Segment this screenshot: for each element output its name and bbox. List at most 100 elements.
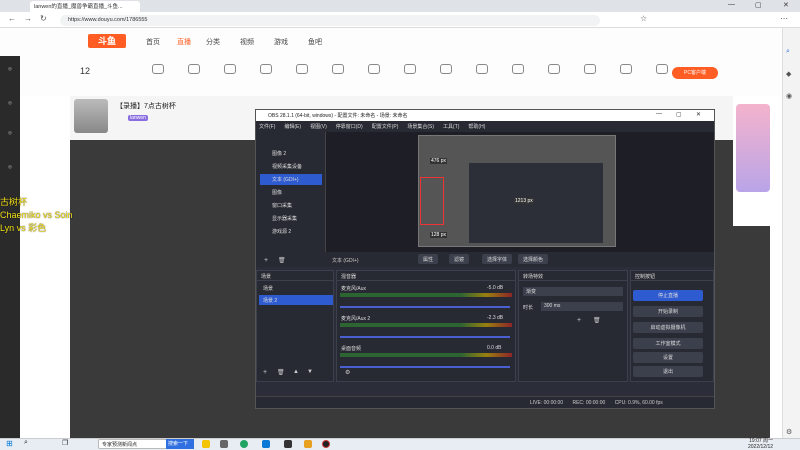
select-font-button[interactable]: 选择字体: [482, 254, 513, 264]
taskbar-app-icon[interactable]: [220, 440, 228, 448]
transition-select[interactable]: 渐变: [523, 287, 623, 296]
start-icon[interactable]: ⊞: [6, 439, 13, 448]
duration-input[interactable]: 300 ms: [541, 302, 623, 311]
streamer-name[interactable]: lanwen: [128, 115, 148, 121]
volume-slider[interactable]: [340, 306, 510, 308]
remove-scene-icon[interactable]: 🗑: [277, 369, 285, 376]
remove-transition-icon[interactable]: 🗑: [593, 317, 601, 324]
menu-docks[interactable]: 停靠窗口(D): [336, 124, 363, 130]
category-item[interactable]: [179, 64, 209, 76]
taskbar-app-icon[interactable]: [262, 440, 270, 448]
forward-icon[interactable]: →: [24, 14, 32, 23]
category-item[interactable]: [431, 64, 461, 76]
selection-box[interactable]: [420, 177, 444, 225]
menu-view[interactable]: 视图(V): [310, 124, 327, 130]
mixer-settings-icon[interactable]: ⚙: [345, 369, 350, 376]
add-transition-icon[interactable]: +: [577, 317, 581, 324]
taskbar-app-icon[interactable]: [284, 440, 292, 448]
scene-item[interactable]: 场景: [259, 283, 333, 293]
menu-tools[interactable]: 工具(T): [443, 124, 459, 130]
menu-edit[interactable]: 编辑(E): [284, 124, 301, 130]
menu-profile[interactable]: 配置文件(P): [372, 124, 399, 130]
maximize-icon[interactable]: ▢: [755, 1, 762, 9]
obs-title-bar: OBS 28.1.1 (64-bit, windows) - 配置文件: 未命名…: [256, 110, 714, 121]
exit-button[interactable]: 退出: [633, 366, 703, 377]
menu-file[interactable]: 文件(F): [259, 124, 275, 130]
edge-tool-icon[interactable]: ◆: [786, 70, 791, 78]
pc-client-button[interactable]: PC客户端: [672, 67, 718, 79]
edge-settings-icon[interactable]: ⚙: [786, 428, 792, 436]
category-item[interactable]: [359, 64, 389, 76]
obs-taskbar-icon[interactable]: [322, 440, 330, 448]
add-source-icon[interactable]: +: [264, 257, 268, 264]
site-logo[interactable]: 斗鱼: [88, 34, 126, 48]
category-item[interactable]: [539, 64, 569, 76]
scene-down-icon[interactable]: ▼: [307, 369, 313, 375]
category-item[interactable]: [323, 64, 353, 76]
file-explorer-icon[interactable]: [202, 440, 210, 448]
avatar[interactable]: [74, 99, 108, 133]
back-icon[interactable]: ←: [8, 14, 16, 23]
properties-button[interactable]: 属性: [418, 254, 439, 264]
favorites-icon[interactable]: ☆: [640, 14, 647, 23]
menu-help[interactable]: 帮助(H): [468, 124, 485, 130]
nav-live[interactable]: 直播: [177, 37, 191, 47]
category-item[interactable]: [215, 64, 245, 76]
category-item[interactable]: [467, 64, 497, 76]
promo-banner[interactable]: [736, 104, 770, 192]
nav-fishbar[interactable]: 鱼吧: [308, 37, 322, 47]
sidebar-icon-4[interactable]: ◎: [2, 164, 18, 170]
nav-home[interactable]: 首页: [146, 37, 160, 47]
scene-up-icon[interactable]: ▲: [293, 369, 299, 375]
nav-game[interactable]: 游戏: [274, 37, 288, 47]
source-item[interactable]: 图像: [260, 187, 322, 198]
volume-slider[interactable]: [340, 336, 510, 338]
edge-shop-icon[interactable]: ◉: [786, 92, 792, 100]
start-recording-button[interactable]: 开始录制: [633, 306, 703, 317]
category-item[interactable]: [395, 64, 425, 76]
category-item[interactable]: [503, 64, 533, 76]
browser-tab[interactable]: lanwen的直播_魔兽争霸直播_斗鱼...: [30, 1, 140, 12]
source-item[interactable]: 图像 2: [260, 148, 322, 159]
category-item[interactable]: [143, 64, 173, 76]
url-input[interactable]: https://www.douyu.com/1786555: [60, 15, 600, 26]
browser-menu-icon[interactable]: ⋯: [780, 14, 788, 23]
studio-mode-button[interactable]: 工作室模式: [633, 338, 703, 349]
category-item[interactable]: [251, 64, 281, 76]
virtual-camera-button[interactable]: 启动虚拟摄像机: [633, 322, 703, 333]
edge-search-icon[interactable]: ⌕: [786, 48, 790, 56]
sidebar-icon-2[interactable]: ◎: [2, 100, 18, 106]
category-item[interactable]: [287, 64, 317, 76]
nav-category[interactable]: 分类: [206, 37, 220, 47]
source-item[interactable]: 显示器采集: [260, 213, 322, 224]
remove-source-icon[interactable]: 🗑: [278, 257, 286, 264]
scene-item[interactable]: 场景 2: [259, 295, 333, 305]
source-item[interactable]: 游戏源 2: [260, 226, 322, 237]
search-icon[interactable]: ⌕: [24, 439, 28, 447]
obs-close-icon[interactable]: ✕: [696, 111, 701, 118]
source-item[interactable]: 文本 (GDI+): [260, 174, 322, 185]
edge-icon[interactable]: [240, 440, 248, 448]
volume-slider[interactable]: [340, 366, 510, 368]
refresh-icon[interactable]: ↻: [40, 14, 47, 23]
sidebar-icon-1[interactable]: ◎: [2, 66, 18, 72]
menu-scene-collection[interactable]: 场景集合(S): [407, 124, 434, 130]
sidebar-icon-3[interactable]: ◎: [2, 130, 18, 136]
stop-streaming-button[interactable]: 停止直播: [633, 290, 703, 301]
task-view-icon[interactable]: ❐: [62, 439, 68, 447]
obs-maximize-icon[interactable]: ▢: [676, 111, 682, 118]
close-icon[interactable]: ✕: [783, 1, 789, 9]
filters-button[interactable]: 滤镜: [449, 254, 470, 264]
nav-video[interactable]: 视频: [240, 37, 254, 47]
add-scene-icon[interactable]: +: [263, 369, 267, 376]
source-item[interactable]: 窗口采集: [260, 200, 322, 211]
category-item[interactable]: [575, 64, 605, 76]
obs-minimize-icon[interactable]: —: [656, 111, 662, 117]
taskbar-search-button[interactable]: 搜索一下: [166, 439, 194, 449]
category-item[interactable]: [611, 64, 641, 76]
minimize-icon[interactable]: —: [728, 1, 735, 8]
settings-button[interactable]: 设置: [633, 352, 703, 363]
taskbar-app-icon[interactable]: [304, 440, 312, 448]
source-item[interactable]: 视频采集设备: [260, 161, 322, 172]
select-color-button[interactable]: 选择颜色: [518, 254, 549, 264]
